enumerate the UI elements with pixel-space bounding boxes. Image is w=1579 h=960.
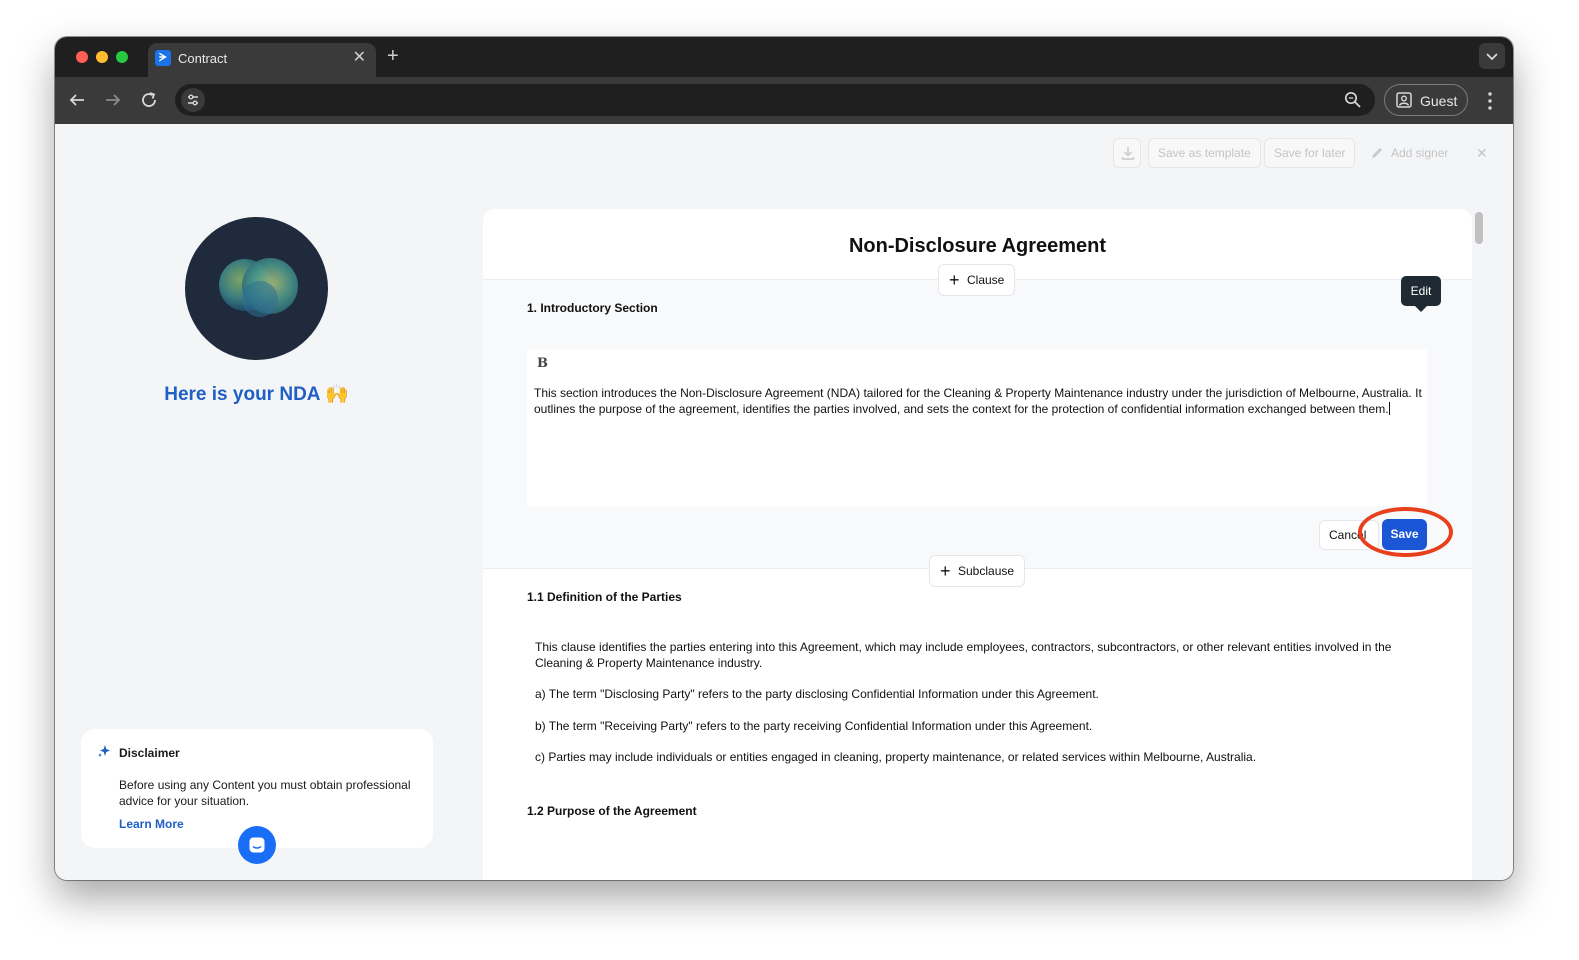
add-clause-label: Clause bbox=[967, 273, 1005, 287]
sparkle-icon bbox=[98, 745, 110, 757]
paragraph: c) Parties may include individuals or en… bbox=[535, 750, 1257, 764]
nda-headline: Here is your NDA 🙌 bbox=[164, 384, 349, 405]
paragraph: This clause identifies the parties enter… bbox=[535, 640, 1392, 670]
paragraph: b) The term "Receiving Party" refers to … bbox=[535, 719, 1093, 733]
close-editor-icon[interactable]: ✕ bbox=[1476, 138, 1488, 168]
save-as-template-button[interactable]: Save as template bbox=[1148, 138, 1261, 168]
plus-icon: + bbox=[940, 561, 951, 581]
pen-icon bbox=[1372, 148, 1382, 158]
learn-more-link[interactable]: Learn More bbox=[119, 817, 184, 831]
plus-icon: + bbox=[949, 270, 960, 290]
profile-label: Guest bbox=[1420, 93, 1458, 109]
tab-favicon-icon: ᗒ bbox=[155, 50, 171, 66]
paragraph: a) The term "Disclosing Party" refers to… bbox=[535, 687, 1099, 701]
close-tab-icon[interactable]: ✕ bbox=[353, 49, 366, 67]
editor-textarea[interactable]: This section introduces the Non-Disclosu… bbox=[534, 385, 1424, 417]
maximize-window-button[interactable] bbox=[116, 51, 128, 63]
orb-logo-icon bbox=[219, 258, 298, 317]
profile-icon bbox=[1396, 92, 1412, 108]
section-editor: + Clause 1. Introductory Section Edit B … bbox=[483, 264, 1472, 569]
browser-toolbar: Guest bbox=[55, 77, 1513, 124]
close-window-button[interactable] bbox=[76, 51, 88, 63]
document-title: Non-Disclosure Agreement bbox=[848, 235, 1107, 257]
site-settings-icon[interactable] bbox=[181, 88, 205, 112]
browser-window: ᗒ Contract ✕ + Guest Save as template Sa… bbox=[55, 37, 1513, 880]
add-subclause-button[interactable]: + Subclause bbox=[929, 555, 1026, 587]
subclause-heading: 1.1 Definition of the Parties bbox=[527, 590, 682, 604]
forward-arrow-icon[interactable] bbox=[101, 88, 125, 112]
editor-content: This section introduces the Non-Disclosu… bbox=[534, 386, 1422, 416]
chevron-down-icon bbox=[1486, 53, 1498, 61]
profile-button[interactable]: Guest bbox=[1384, 84, 1468, 116]
add-subclause-label: Subclause bbox=[958, 564, 1015, 578]
edit-tooltip: Edit bbox=[1401, 276, 1441, 312]
text-caret bbox=[1388, 402, 1390, 415]
rich-text-editor[interactable]: B This section introduces the Non-Disclo… bbox=[527, 349, 1427, 506]
add-clause-button[interactable]: + Clause bbox=[938, 264, 1016, 296]
page-content: Save as template Save for later Add sign… bbox=[55, 124, 1513, 880]
kebab-menu-icon[interactable] bbox=[1485, 89, 1495, 113]
address-bar[interactable] bbox=[175, 84, 1375, 116]
tab-bar: ᗒ Contract ✕ + bbox=[55, 37, 1513, 77]
minimize-window-button[interactable] bbox=[96, 51, 108, 63]
add-signer-label: Add signer bbox=[1391, 146, 1449, 160]
browser-tab[interactable]: ᗒ Contract ✕ bbox=[148, 43, 376, 77]
subclause-heading: 1.2 Purpose of the Agreement bbox=[527, 804, 697, 818]
zoom-icon[interactable] bbox=[1343, 90, 1363, 110]
highlight-annotation bbox=[1358, 507, 1453, 557]
save-for-later-button[interactable]: Save for later bbox=[1264, 138, 1356, 168]
tab-search-button[interactable] bbox=[1479, 43, 1505, 69]
ai-avatar bbox=[185, 217, 328, 360]
back-arrow-icon[interactable] bbox=[65, 88, 89, 112]
document-panel: Non-Disclosure Agreement + Clause 1. Int… bbox=[483, 209, 1472, 880]
download-icon bbox=[1121, 147, 1135, 160]
scrollbar-thumb[interactable] bbox=[1475, 212, 1483, 244]
chat-launcher-button[interactable] bbox=[238, 826, 276, 864]
disclaimer-body: Before using any Content you must obtain… bbox=[119, 778, 411, 808]
section-heading: 1. Introductory Section bbox=[527, 301, 658, 315]
download-button[interactable] bbox=[1113, 138, 1141, 168]
bold-format-button[interactable]: B bbox=[537, 356, 548, 371]
tab-title: Contract bbox=[178, 51, 228, 66]
chat-icon bbox=[249, 837, 265, 853]
reload-icon[interactable] bbox=[137, 88, 161, 112]
disclaimer-title: Disclaimer bbox=[119, 746, 180, 760]
new-tab-button[interactable]: + bbox=[387, 46, 399, 66]
